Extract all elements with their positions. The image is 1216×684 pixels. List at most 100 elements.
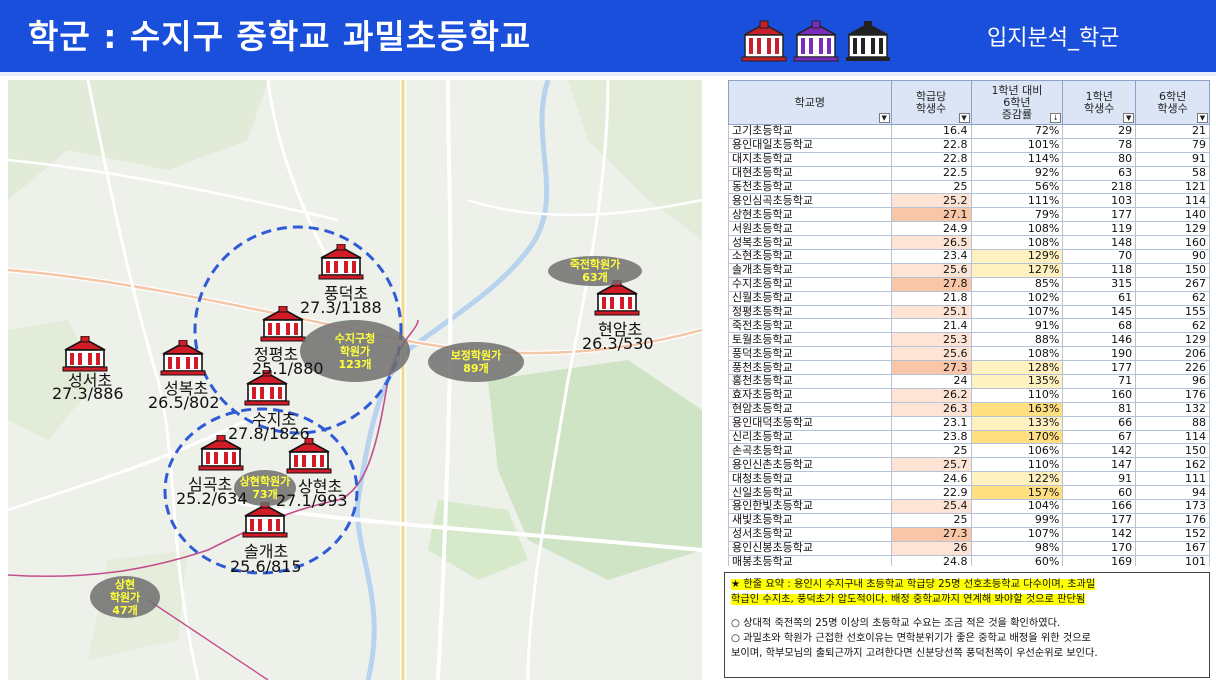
table-row[interactable]: 동천초등학교 25 56% 218 121 [728,180,1210,195]
change-rate-cell[interactable]: 104% [971,499,1064,514]
school-name-cell[interactable]: 토월초등학교 [728,332,892,348]
table-row[interactable]: 성복초등학교 26.5 108% 148 160 [728,235,1210,251]
grade1-cell[interactable]: 142 [1062,527,1137,542]
per-class-cell[interactable]: 22.8 [891,152,972,167]
table-row[interactable]: 죽전초등학교 21.4 91% 68 62 [728,318,1210,334]
table-row[interactable]: 신리초등학교 23.8 170% 67 114 [728,430,1210,445]
table-row[interactable]: 신일초등학교 22.9 157% 60 94 [728,485,1210,501]
grade1-cell[interactable]: 177 [1062,207,1137,223]
per-class-cell[interactable]: 24.9 [891,221,972,237]
grade6-cell[interactable]: 114 [1135,193,1210,209]
grade1-cell[interactable]: 147 [1062,457,1137,473]
change-rate-cell[interactable]: 99% [971,513,1064,528]
grade1-cell[interactable]: 142 [1062,443,1137,459]
grade1-cell[interactable]: 148 [1062,235,1137,251]
col-header-per-class[interactable]: 학급당 학생수 ▼ [890,80,972,125]
change-rate-cell[interactable]: 110% [971,388,1064,403]
school-name-cell[interactable]: 효자초등학교 [728,388,892,403]
per-class-cell[interactable]: 24 [891,374,972,389]
grade6-cell[interactable]: 94 [1135,485,1210,501]
filter-dropdown-icon[interactable]: ▼ [1123,113,1135,123]
school-name-cell[interactable]: 신월초등학교 [728,291,892,306]
per-class-cell[interactable]: 25 [891,180,972,195]
per-class-cell[interactable]: 23.1 [891,416,972,431]
academy-cluster-sanghyeon-south-bubble[interactable]: 상현 학원가 47개 [90,576,160,618]
filter-dropdown-icon[interactable]: ▼ [878,113,890,123]
grade6-cell[interactable]: 91 [1135,152,1210,167]
change-rate-cell[interactable]: 72% [971,124,1064,139]
change-rate-cell[interactable]: 122% [971,471,1064,487]
school-name-cell[interactable]: 동천초등학교 [728,180,892,195]
col-header-grade1[interactable]: 1학년 학생수 ▼ [1062,80,1137,125]
school-name-cell[interactable]: 홍천초등학교 [728,374,892,389]
per-class-cell[interactable]: 24.6 [891,471,972,487]
grade1-cell[interactable]: 170 [1062,541,1137,556]
grade6-cell[interactable]: 96 [1135,374,1210,389]
grade6-cell[interactable]: 176 [1135,513,1210,528]
change-rate-cell[interactable]: 111% [971,193,1064,209]
table-row[interactable]: 서원초등학교 24.9 108% 119 129 [728,221,1210,237]
grade1-cell[interactable]: 71 [1062,374,1137,389]
per-class-cell[interactable]: 27.3 [891,360,972,376]
school-name-cell[interactable]: 풍천초등학교 [728,360,892,376]
academy-cluster-jukjeon-bubble[interactable]: 죽전학원가 63개 [548,256,642,286]
grade6-cell[interactable]: 160 [1135,235,1210,251]
school-name-cell[interactable]: 소현초등학교 [728,249,892,264]
grade6-cell[interactable]: 114 [1135,430,1210,445]
table-row[interactable]: 용인한빛초등학교 25.4 104% 166 173 [728,499,1210,514]
grade6-cell[interactable]: 129 [1135,221,1210,237]
change-rate-cell[interactable]: 102% [971,291,1064,306]
grade1-cell[interactable]: 118 [1062,263,1137,278]
table-row[interactable]: 용인심곡초등학교 25.2 111% 103 114 [728,193,1210,209]
grade6-cell[interactable]: 176 [1135,388,1210,403]
school-marker-icon[interactable] [160,340,206,376]
table-row[interactable]: 용인대일초등학교 22.8 101% 78 79 [728,138,1210,153]
change-rate-cell[interactable]: 56% [971,180,1064,195]
grade6-cell[interactable]: 62 [1135,318,1210,334]
sort-filter-icon[interactable]: ↓ [1050,113,1062,123]
per-class-cell[interactable]: 26 [891,541,972,556]
table-row[interactable]: 새빛초등학교 25 99% 177 176 [728,513,1210,528]
grade6-cell[interactable]: 155 [1135,305,1210,320]
grade1-cell[interactable]: 190 [1062,346,1137,362]
grade1-cell[interactable]: 60 [1062,485,1137,501]
grade1-cell[interactable]: 70 [1062,249,1137,264]
col-header-grade6[interactable]: 6학년 학생수 ▼ [1135,80,1210,125]
change-rate-cell[interactable]: 108% [971,235,1064,251]
grade1-cell[interactable]: 177 [1062,513,1137,528]
grade6-cell[interactable]: 267 [1135,277,1210,292]
grade1-cell[interactable]: 66 [1062,416,1137,431]
table-row[interactable]: 효자초등학교 26.2 110% 160 176 [728,388,1210,403]
table-row[interactable]: 홍천초등학교 24 135% 71 96 [728,374,1210,389]
grade1-cell[interactable]: 78 [1062,138,1137,153]
grade6-cell[interactable]: 206 [1135,346,1210,362]
school-name-cell[interactable]: 정평초등학교 [728,305,892,320]
grade6-cell[interactable]: 167 [1135,541,1210,556]
grade1-cell[interactable]: 81 [1062,402,1137,417]
per-class-cell[interactable]: 25.4 [891,499,972,514]
grade6-cell[interactable]: 58 [1135,166,1210,181]
change-rate-cell[interactable]: 127% [971,263,1064,278]
school-name-cell[interactable]: 매봉초등학교 [728,555,892,566]
per-class-cell[interactable]: 21.4 [891,318,972,334]
grade1-cell[interactable]: 91 [1062,471,1137,487]
change-rate-cell[interactable]: 79% [971,207,1064,223]
academy-cluster-bojeong-bubble[interactable]: 보정학원가 89개 [428,342,524,382]
school-name-cell[interactable]: 신일초등학교 [728,485,892,501]
school-name-cell[interactable]: 용인신촌초등학교 [728,457,892,473]
school-name-cell[interactable]: 죽전초등학교 [728,318,892,334]
school-name-cell[interactable]: 손곡초등학교 [728,443,892,459]
grade1-cell[interactable]: 80 [1062,152,1137,167]
school-name-cell[interactable]: 용인대일초등학교 [728,138,892,153]
change-rate-cell[interactable]: 170% [971,430,1064,445]
grade6-cell[interactable]: 152 [1135,527,1210,542]
grade1-cell[interactable]: 145 [1062,305,1137,320]
school-stats-table-container[interactable]: 학교명 ▼ 학급당 학생수 ▼ 1학년 대비 6학년 증감률 ↓ 1학년 학생수 [728,80,1210,566]
table-row[interactable]: 용인신봉초등학교 26 98% 170 167 [728,541,1210,556]
grade6-cell[interactable]: 150 [1135,263,1210,278]
per-class-cell[interactable]: 25.3 [891,332,972,348]
school-name-cell[interactable]: 신리초등학교 [728,430,892,445]
grade6-cell[interactable]: 226 [1135,360,1210,376]
grade6-cell[interactable]: 129 [1135,332,1210,348]
filter-dropdown-icon[interactable]: ▼ [958,113,970,123]
